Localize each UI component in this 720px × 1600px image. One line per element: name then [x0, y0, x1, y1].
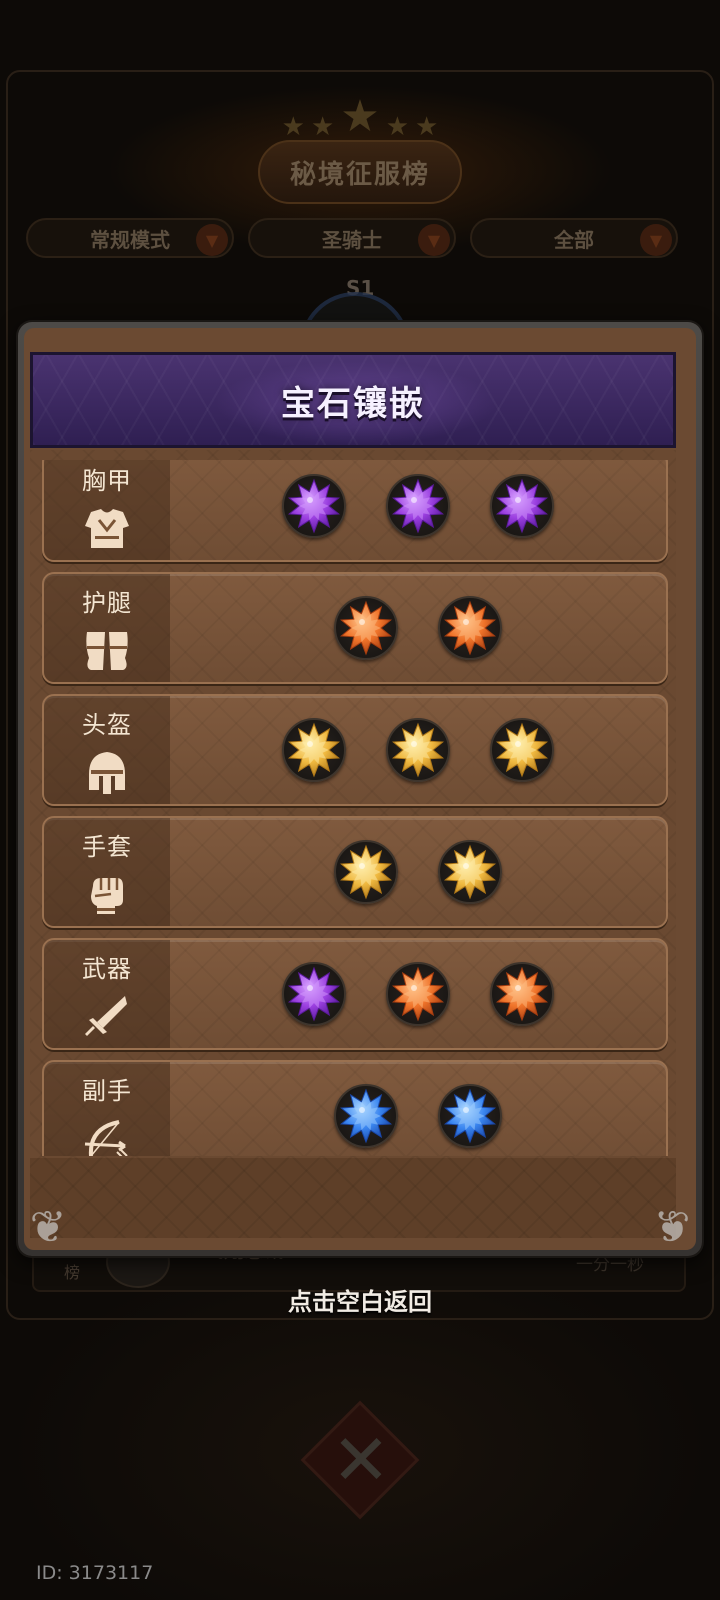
- equipment-slot-row[interactable]: 手套: [42, 816, 668, 928]
- equipment-slot-row[interactable]: 头盔: [42, 694, 668, 806]
- gold-gem-icon[interactable]: [490, 718, 554, 782]
- mode-filter-label: 常规模式: [90, 227, 170, 252]
- star-icon: ★: [281, 112, 305, 142]
- gem-sockets: [170, 1062, 666, 1156]
- class-filter-dropdown[interactable]: 圣骑士 ▼: [248, 218, 456, 258]
- rank-stars: ★ ★ ★ ★ ★: [270, 91, 450, 142]
- star-icon: ★: [415, 112, 439, 142]
- gauntlet-icon: [81, 872, 133, 918]
- equipment-slot-list[interactable]: 胸甲护腿头盔手套武器副手: [42, 460, 668, 1156]
- slot-label: 手套: [44, 818, 170, 926]
- gem-sockets: [170, 460, 666, 560]
- corner-ornament-icon: ❦: [653, 1202, 691, 1253]
- slot-name: 胸甲: [82, 466, 132, 495]
- sword-icon: [81, 994, 133, 1040]
- slot-name: 护腿: [82, 588, 132, 617]
- blue-gem-icon[interactable]: [438, 1084, 502, 1148]
- gem-sockets: [170, 574, 666, 682]
- tap-to-return-hint[interactable]: 点击空白返回: [0, 1282, 720, 1317]
- dialog-panel: 宝石镶嵌 胸甲护腿头盔手套武器副手: [24, 328, 696, 1250]
- scope-filter-dropdown[interactable]: 全部 ▼: [470, 218, 678, 258]
- chevron-down-icon: ▼: [640, 224, 672, 256]
- bow-icon: [81, 1116, 133, 1156]
- gold-gem-icon[interactable]: [282, 718, 346, 782]
- gem-sockets: [170, 696, 666, 804]
- blue-gem-icon[interactable]: [334, 1084, 398, 1148]
- chevron-down-icon: ▼: [196, 224, 228, 256]
- orange-gem-icon[interactable]: [334, 596, 398, 660]
- dialog-footer: [30, 1158, 676, 1238]
- star-icon: ★: [385, 112, 410, 142]
- slot-label: 头盔: [44, 696, 170, 804]
- purple-gem-icon[interactable]: [282, 962, 346, 1026]
- slot-name: 头盔: [82, 710, 132, 739]
- gem-sockets: [170, 818, 666, 926]
- star-icon: ★: [310, 112, 335, 142]
- dialog-title: 宝石镶嵌: [281, 383, 425, 424]
- slot-label: 护腿: [44, 574, 170, 682]
- equipment-slot-row[interactable]: 胸甲: [42, 460, 668, 562]
- equipment-slot-row[interactable]: 护腿: [42, 572, 668, 684]
- gold-gem-icon[interactable]: [438, 840, 502, 904]
- player-id: ID: 3173117: [36, 1562, 154, 1584]
- slot-label: 武器: [44, 940, 170, 1048]
- orange-gem-icon[interactable]: [438, 596, 502, 660]
- slot-name: 手套: [82, 832, 132, 861]
- purple-gem-icon[interactable]: [282, 474, 346, 538]
- purple-gem-icon[interactable]: [386, 474, 450, 538]
- purple-gem-icon[interactable]: [490, 474, 554, 538]
- mode-filter-dropdown[interactable]: 常规模式 ▼: [26, 218, 234, 258]
- slot-label: 副手: [44, 1062, 170, 1156]
- helmet-icon: [81, 750, 133, 796]
- chevron-down-icon: ▼: [418, 224, 450, 256]
- slot-name: 武器: [82, 954, 132, 983]
- chest-armor-icon: [81, 506, 133, 552]
- slot-name: 副手: [82, 1076, 132, 1105]
- star-icon: ★: [340, 91, 380, 142]
- scope-filter-label: 全部: [554, 227, 594, 252]
- leg-armor-icon: [81, 628, 133, 674]
- gold-gem-icon[interactable]: [334, 840, 398, 904]
- orange-gem-icon[interactable]: [386, 962, 450, 1026]
- class-filter-label: 圣骑士: [322, 227, 382, 252]
- gem-inlay-dialog[interactable]: 宝石镶嵌 胸甲护腿头盔手套武器副手 ❦ ❦: [18, 322, 702, 1256]
- equipment-slot-row[interactable]: 武器: [42, 938, 668, 1050]
- crossed-swords-icon: ✕: [331, 1419, 391, 1501]
- slot-label: 胸甲: [44, 460, 170, 560]
- equipment-slot-row[interactable]: 副手: [42, 1060, 668, 1156]
- dialog-header: 宝石镶嵌: [30, 352, 676, 448]
- gem-sockets: [170, 940, 666, 1048]
- leaderboard-title: 秘境征服榜: [258, 140, 462, 204]
- gold-gem-icon[interactable]: [386, 718, 450, 782]
- dialog-body: 胸甲护腿头盔手套武器副手: [30, 450, 676, 1238]
- orange-gem-icon[interactable]: [490, 962, 554, 1026]
- corner-ornament-icon: ❦: [29, 1202, 67, 1253]
